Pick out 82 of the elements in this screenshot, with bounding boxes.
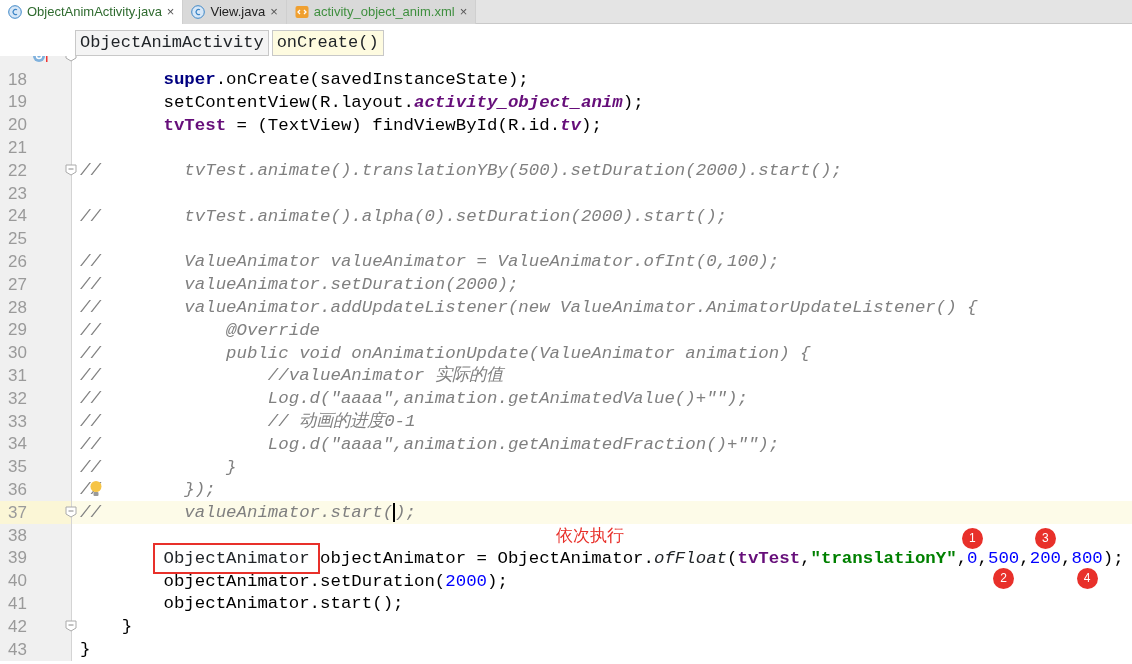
code-text: objectAnimator = ObjectAnimator. [319,548,654,568]
line-number: 25 [7,228,28,251]
line-number: 43 [7,638,28,661]
code-text: , [977,548,988,568]
code-text: , [1061,548,1072,568]
comment-text: // tvTest.animate().alpha(0).setDuration(2000).start(); [80,206,728,226]
file-tab[interactable]: ObjectAnimActivity.java × [0,0,184,24]
code-text: , [956,548,968,568]
comment-text: // // 动画的进度0-1 [80,411,416,431]
line-number: 21 [7,137,28,160]
code-text: , [1019,548,1030,568]
annotation-note: 依次执行 [555,524,624,545]
line-number: 36 [7,479,28,501]
line-number: 30 [7,342,28,365]
line-number: 37 [7,501,28,524]
line-number: 41 [7,593,28,615]
number-literal: 2000 [445,571,487,591]
code-text: , [800,548,811,568]
line-number: 19 [7,91,28,114]
comment-text: // Log.d("aaaa",animation.getAnimatedValue()+""); [80,389,748,409]
line-number: 22 [7,159,28,182]
code-text: } [120,617,133,637]
line-number: 18 [7,68,28,91]
line-number: 24 [7,205,28,228]
comment-text: // Log.d("aaaa",animation.getAnimatedFraction()+""); [80,434,780,454]
line-number: 26 [7,251,28,274]
file-tab[interactable]: activity_object_anim.xml × [286,0,477,24]
step-marker: 3 [1034,527,1056,549]
class-icon [191,5,206,19]
constant-name: activity_object_anim [413,92,623,112]
file-tab[interactable]: View.java × [183,0,287,24]
code-text: objectAnimator.start(); [162,594,404,614]
line-number: 23 [7,182,28,205]
keyword: super [162,70,216,89]
line-number: 27 [7,273,28,296]
line-number: 33 [7,410,28,433]
field-name: tvTest [162,115,227,135]
line-number: 28 [7,296,28,319]
close-icon[interactable]: × [270,2,278,22]
comment-text: // tvTest.animate().translationYBy(500).setDuration(2000).start(); [80,161,842,181]
comment-text: // //valueAnimator 实际的值 [80,366,503,386]
comment-text: // ValueAnimator valueAnimator = ValueAnimator.ofInt(0,100); [80,252,780,272]
line-number: 35 [7,456,28,479]
field-name: tvTest [737,548,801,568]
string-literal: "translationY" [810,548,957,568]
comment-text: // valueAnimator.setDuration(2000); [80,275,519,295]
method-name: ofFloat [654,548,728,568]
line-number: 38 [7,524,28,547]
code-text: setContentView(R.layout. [162,92,414,112]
close-icon[interactable]: × [459,2,468,22]
line-number: 34 [7,433,28,456]
breadcrumb-item[interactable]: ObjectAnimActivity [75,30,269,56]
line-number: 40 [7,570,28,593]
line-number: 32 [7,387,28,410]
comment-text: ); [395,503,416,523]
comment-text: // valueAnimator.addUpdateListener(new ValueAnimator.AnimatorUpdateListener() { [80,297,978,317]
step-marker: 2 [993,567,1015,589]
line-number: 31 [7,365,28,387]
comment-text: // public void onAnimationUpdate(ValueAnimator animation) { [80,343,811,363]
step-marker: 4 [1076,567,1098,589]
code-text: objectAnimator.setDuration( [162,571,446,591]
code-text: ); [622,92,644,112]
code-text: .onCreate(savedInstanceState); [215,70,529,89]
xml-file-icon [294,5,309,19]
code-text: ); [487,571,508,591]
code-text: ); [1102,548,1124,568]
breadcrumb-item[interactable]: onCreate() [271,30,384,56]
step-marker: 1 [961,527,983,549]
comment-text: // @Override [80,320,321,340]
line-number: 39 [7,547,28,570]
comment-text: // } [80,457,237,477]
close-icon[interactable]: × [166,2,175,22]
highlighted-code: ObjectAnimator [153,542,320,574]
class-icon [8,5,22,19]
code-text: } [80,639,91,659]
line-number: 20 [7,114,28,137]
code-text: = (TextView) findViewById(R.id. [235,115,561,135]
code-text: ( [727,548,738,568]
line-number: 29 [7,319,28,342]
constant-name: tv [560,115,581,135]
comment-text: // valueAnimator.start( [80,503,394,523]
line-number: 42 [7,615,28,638]
